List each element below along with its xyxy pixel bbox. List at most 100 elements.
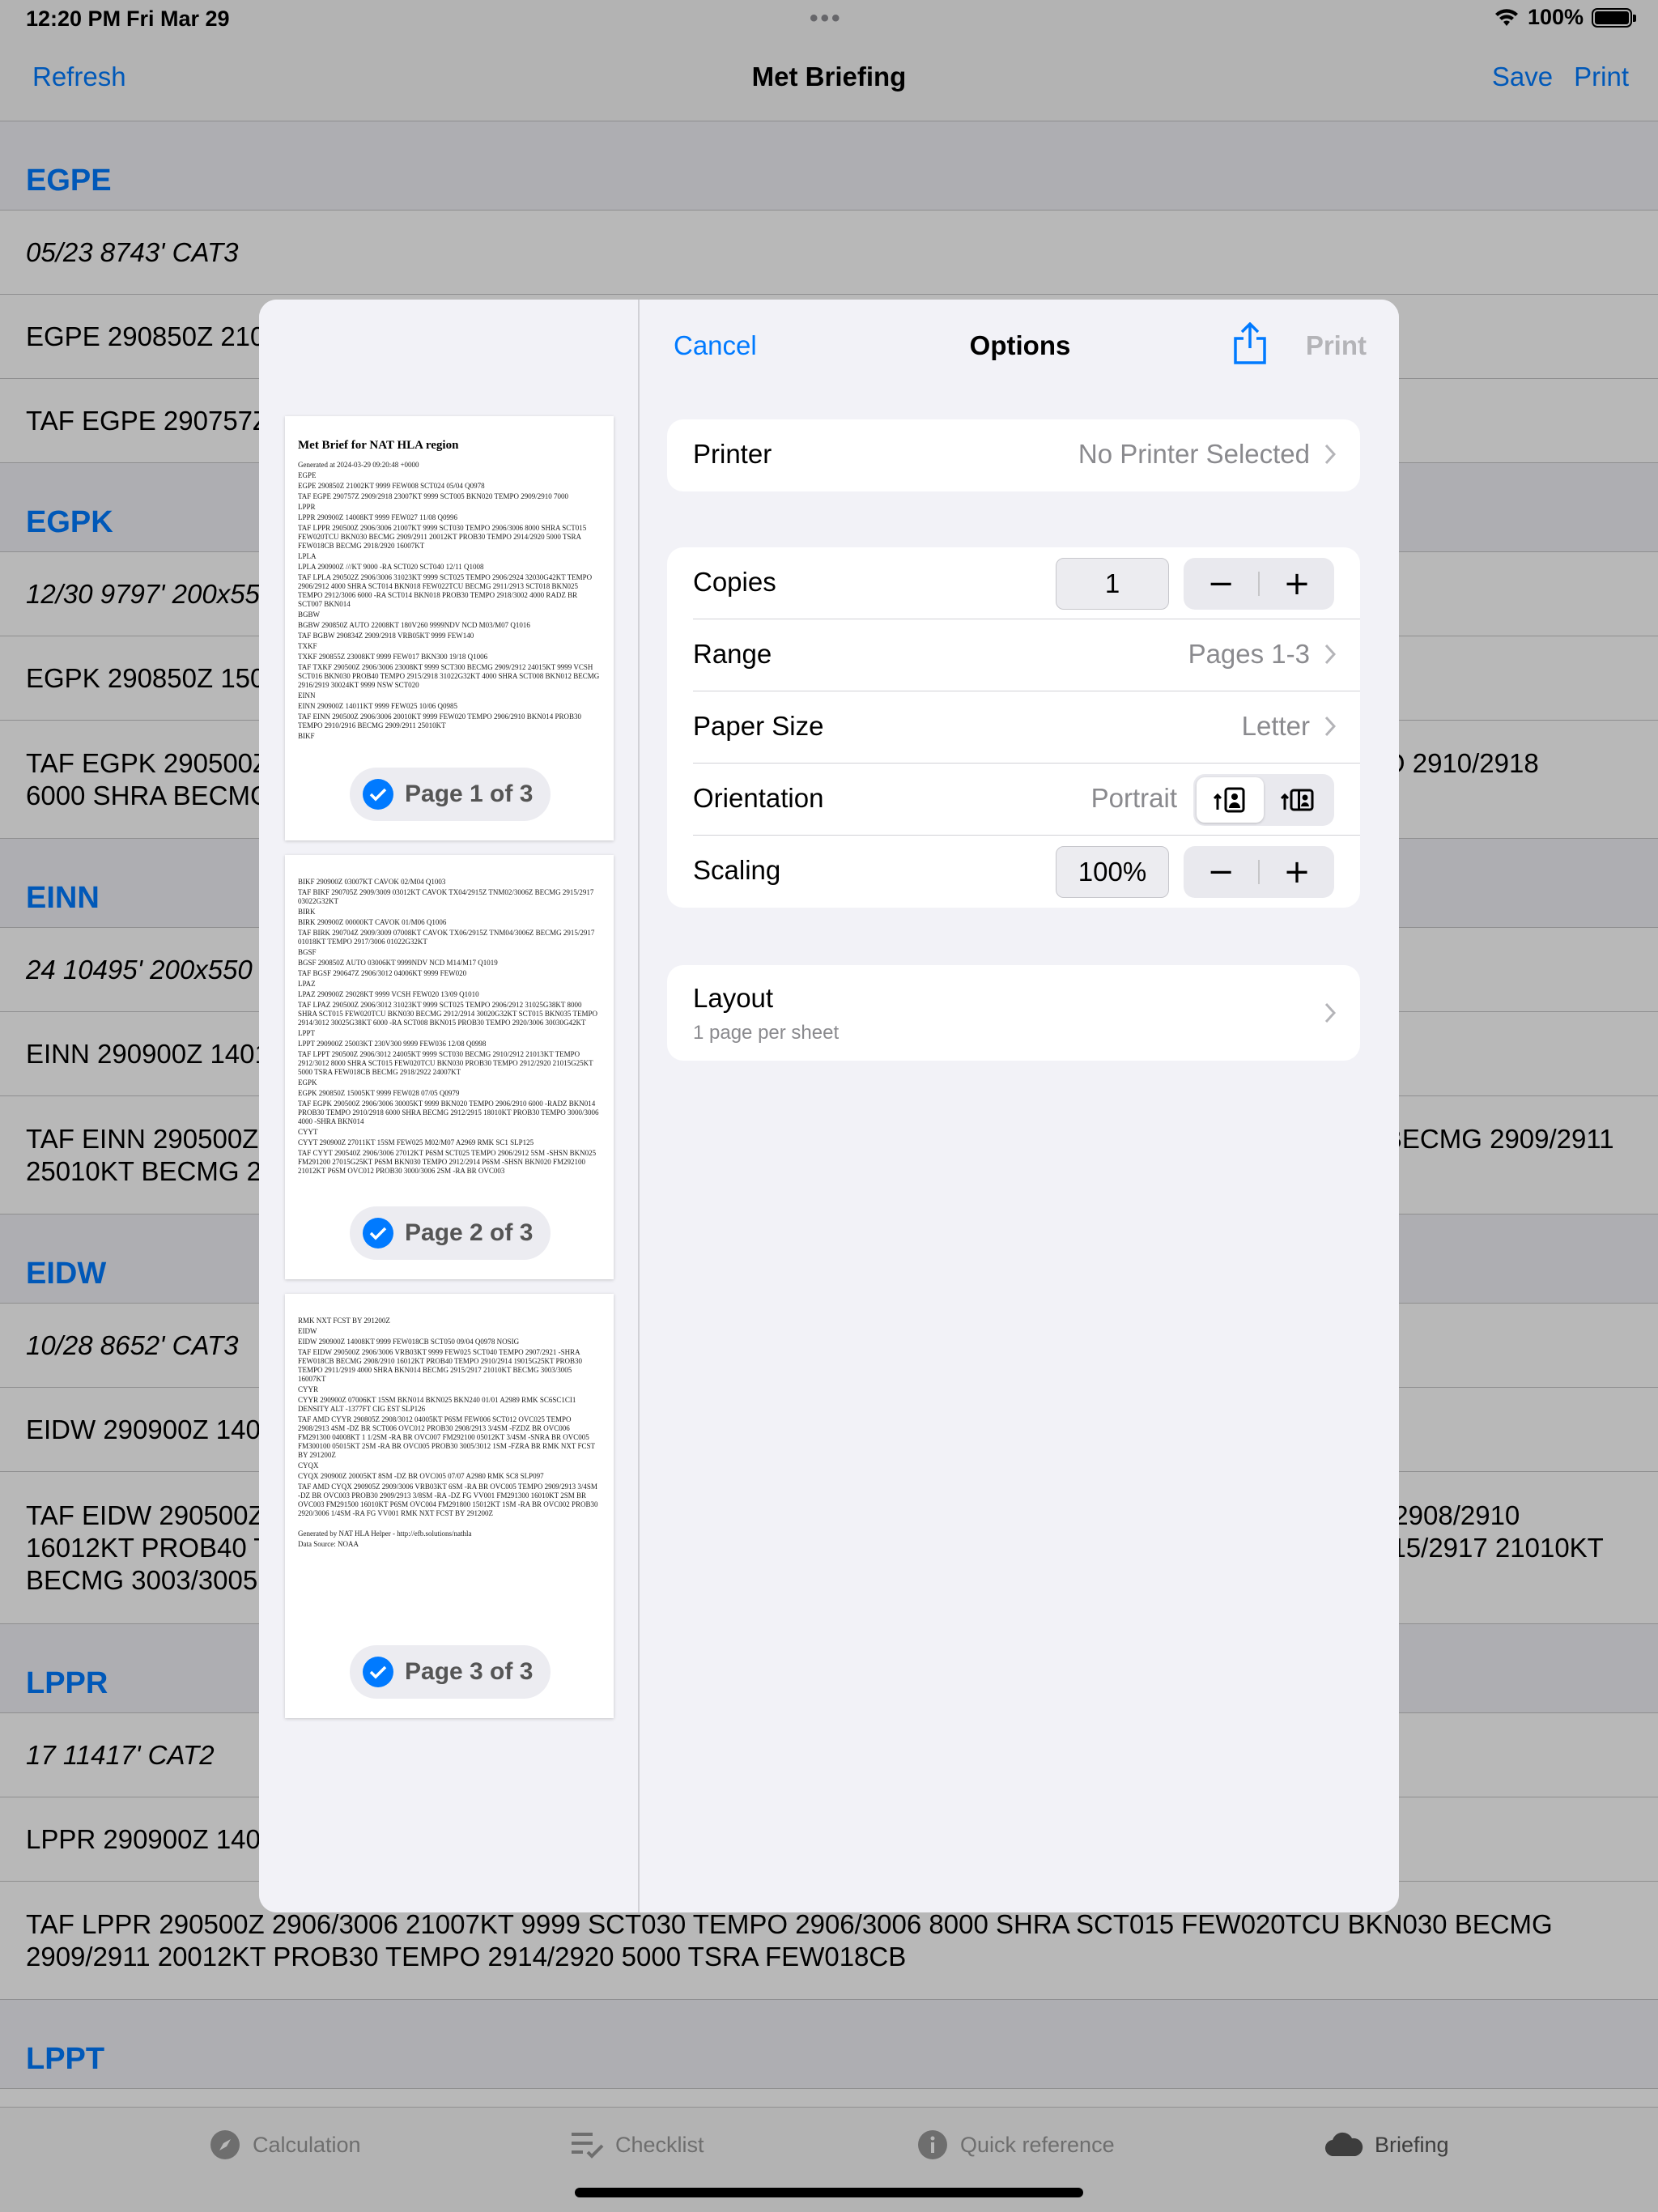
checkmark-icon (363, 1218, 393, 1249)
preview-line: CYYT (298, 1128, 318, 1136)
preview-line: RMK NXT FCST BY 291200Z (298, 1317, 390, 1325)
page-selected-badge[interactable]: Page 1 of 3 (350, 768, 551, 821)
preview-line: EINN (298, 691, 316, 700)
page-selected-badge[interactable]: Page 2 of 3 (350, 1206, 551, 1260)
layout-subtitle: 1 page per sheet (693, 1022, 840, 1044)
paper-size-value: Letter (1241, 711, 1310, 741)
preview-line: BIKF (298, 732, 315, 740)
home-indicator[interactable] (575, 2188, 1083, 2197)
preview-line: CYQX 290900Z 20005KT 8SM -DZ BR OVC005 0… (298, 1472, 544, 1480)
page-preview-3[interactable]: RMK NXT FCST BY 291200Z EIDW EIDW 290900Z … (285, 1294, 614, 1718)
print-settings-group: Copies 1 − + Range Pages 1-3 Paper Size … (667, 547, 1360, 908)
checkmark-icon (363, 779, 393, 810)
preview-line: BGSF 290850Z AUTO 03006KT 9999NDV NCD M1… (298, 959, 498, 967)
print-options-pane: Cancel Options Print Printer No Printer … (641, 300, 1399, 1912)
preview-line: CYYR 290900Z 07006KT 15SM BKN014 BKN025 … (298, 1396, 576, 1413)
printer-value: No Printer Selected (1078, 439, 1310, 469)
copies-row: Copies 1 − + (693, 547, 1360, 619)
chevron-right-icon (1324, 716, 1336, 737)
preview-line: BGSF (298, 948, 317, 956)
print-preview-pane[interactable]: Met Brief for NAT HLA region Generated at… (259, 300, 640, 1912)
preview-line: TAF BIRK 290704Z 2909/3009 07008KT CAVOK… (298, 929, 595, 946)
preview-line: EGPK 290850Z 15005KT 9999 FEW028 07/05 Q… (298, 1089, 460, 1097)
preview-line: TAF AMD CYQX 290905Z 2909/3006 VRB03KT 6… (298, 1482, 598, 1517)
preview-line: CYYT 290900Z 27011KT 15SM FEW025 M02/M07… (298, 1138, 534, 1146)
preview-line: LPAZ (298, 980, 316, 988)
portrait-icon (1213, 787, 1244, 813)
orientation-segmented-control (1193, 774, 1334, 826)
page-badge-label: Page 1 of 3 (405, 781, 534, 807)
copies-field[interactable]: 1 (1056, 558, 1169, 610)
preview-line: TAF EGPE 290757Z 2909/2918 23007KT 9999 … (298, 492, 568, 500)
preview-line: TAF TXKF 290500Z 2906/3006 23008KT 9999 … (298, 663, 600, 689)
preview-line: TAF EINN 290500Z 2906/3006 20010KT 9999 … (298, 713, 581, 730)
printer-group: Printer No Printer Selected (667, 419, 1360, 491)
preview-line: TAF BGBW 290834Z 2909/2918 VRB05KT 9999 … (298, 632, 474, 640)
landscape-option[interactable] (1264, 777, 1331, 823)
preview-line: EINN 290900Z 14011KT 9999 FEW025 10/06 Q… (298, 702, 457, 710)
layout-label: Layout (693, 983, 774, 1013)
preview-title: Met Brief for NAT HLA region (298, 439, 459, 452)
preview-line: TAF AMD CYYR 290805Z 2908/3012 04005KT P… (298, 1415, 595, 1459)
preview-line: TAF EGPK 290500Z 2906/3006 30005KT 9999 … (298, 1100, 599, 1125)
preview-line: LPPT (298, 1029, 316, 1037)
preview-line: TAF LPLA 290502Z 2906/3006 31023KT 9999 … (298, 573, 593, 608)
copies-decrement-button[interactable]: − (1184, 558, 1258, 610)
preview-line: BIRK (298, 908, 316, 916)
scaling-decrement-button[interactable]: − (1184, 846, 1258, 898)
share-icon[interactable] (1232, 322, 1268, 364)
preview-line: Data Source: NOAA (298, 1540, 359, 1548)
options-title: Options (969, 330, 1071, 360)
preview-line: LPPT 290900Z 25003KT 230V300 9999 FEW036… (298, 1040, 487, 1048)
preview-line: CYQX (298, 1461, 319, 1470)
preview-line: TAF CYYT 290540Z 2906/3006 27012KT P6SM … (298, 1149, 597, 1175)
preview-line: LPPR 290900Z 14008KT 9999 FEW027 11/08 Q… (298, 513, 458, 521)
preview-line: TXKF (298, 642, 317, 650)
printer-label: Printer (693, 439, 772, 469)
print-options-sheet: Met Brief for NAT HLA region Generated at… (259, 300, 1399, 1912)
page-preview-1[interactable]: Met Brief for NAT HLA region Generated at… (285, 416, 614, 840)
preview-line: BIRK 290900Z 00000KT CAVOK 01/M06 Q1006 (298, 918, 447, 926)
preview-line: BGBW 290850Z AUTO 22008KT 180V260 9999ND… (298, 621, 530, 629)
page-preview-2[interactable]: BIKF 290900Z 03007KT CAVOK 02/M04 Q1003 T… (285, 855, 614, 1279)
copies-increment-button[interactable]: + (1260, 558, 1334, 610)
preview-line: TAF LPAZ 290500Z 2906/3012 31023KT 9999 … (298, 1001, 597, 1027)
scaling-stepper: − + (1184, 846, 1334, 898)
scaling-increment-button[interactable]: + (1260, 846, 1334, 898)
copies-label: Copies (693, 567, 776, 597)
range-value: Pages 1-3 (1188, 639, 1310, 669)
options-header: Cancel Options Print (641, 300, 1399, 389)
range-label: Range (693, 639, 772, 669)
preview-line: TAF BGSF 290647Z 2906/3012 04006KT 9999 … (298, 969, 467, 977)
preview-line: EGPE (298, 471, 317, 479)
preview-line: Generated at 2024-03-29 09:20:48 +0000 (298, 461, 419, 469)
print-confirm-button[interactable]: Print (1306, 330, 1367, 361)
portrait-option[interactable] (1197, 777, 1264, 823)
printer-row[interactable]: Printer No Printer Selected (693, 419, 1360, 491)
paper-size-row[interactable]: Paper Size Letter (693, 691, 1360, 764)
orientation-row: Orientation Portrait (693, 764, 1360, 836)
chevron-right-icon (1324, 1002, 1336, 1023)
page-badge-label: Page 3 of 3 (405, 1658, 534, 1685)
preview-line: LPPR (298, 503, 316, 511)
preview-line: CYYR (298, 1385, 319, 1393)
preview-line (298, 1520, 601, 1528)
range-row[interactable]: Range Pages 1-3 (693, 619, 1360, 691)
preview-line: TAF LPPR 290500Z 2906/3006 21007KT 9999 … (298, 524, 587, 550)
page-selected-badge[interactable]: Page 3 of 3 (350, 1645, 551, 1699)
preview-line: TAF EIDW 290500Z 2906/3006 VRB03KT 9999 … (298, 1348, 583, 1383)
preview-line: EIDW (298, 1327, 317, 1335)
landscape-icon (1280, 789, 1313, 811)
preview-line: TAF LPPT 290500Z 2906/3012 24005KT 9999 … (298, 1050, 593, 1076)
checkmark-icon (363, 1657, 393, 1687)
preview-line: BGBW (298, 610, 320, 619)
layout-row[interactable]: Layout 1 page per sheet (667, 965, 1360, 1061)
chevron-right-icon (1324, 644, 1336, 665)
preview-line: LPLA (298, 552, 317, 560)
scaling-row: Scaling 100% − + (693, 836, 1360, 908)
copies-stepper: − + (1184, 558, 1334, 610)
preview-line: LPLA 290900Z ///KT 9000 -RA SCT020 SCT04… (298, 563, 484, 571)
orientation-value: Portrait (1090, 783, 1177, 813)
scaling-field[interactable]: 100% (1056, 846, 1169, 898)
preview-line: BIKF 290900Z 03007KT CAVOK 02/M04 Q1003 (298, 878, 446, 886)
